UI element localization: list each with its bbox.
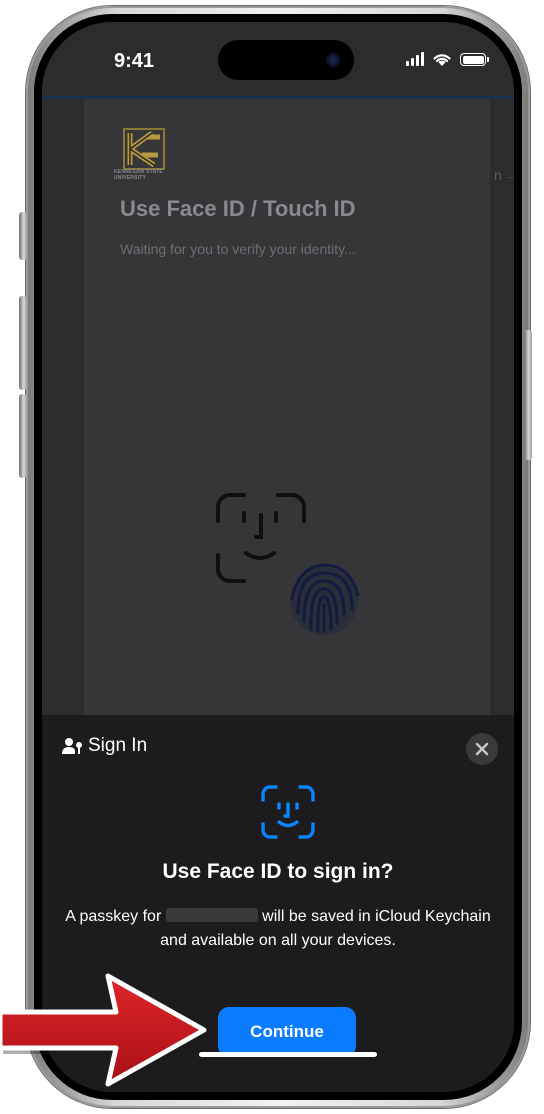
close-button[interactable]	[466, 733, 498, 765]
close-icon	[475, 742, 489, 756]
page-subtitle: Waiting for you to verify your identity.…	[120, 241, 356, 257]
continue-button[interactable]: Continue	[218, 1007, 356, 1057]
action-button	[19, 212, 27, 260]
logo-caption: KENNESAW STATE UNIVERSITY	[114, 169, 163, 181]
prompt-description: A passkey for will be saved in iCloud Ke…	[62, 905, 494, 953]
status-icons	[406, 52, 489, 66]
home-indicator[interactable]	[199, 1052, 377, 1057]
background-web-page: KENNESAW STATE UNIVERSITY Use Face ID / …	[42, 99, 514, 715]
prompt-text-start: A passkey for	[65, 908, 166, 925]
status-bar: 9:41	[42, 22, 514, 96]
dynamic-island	[218, 40, 354, 80]
volume-up-button	[19, 296, 27, 390]
power-button	[524, 330, 532, 460]
sign-in-label: Sign In	[88, 735, 148, 756]
status-time: 9:41	[114, 50, 155, 72]
verification-card: KENNESAW STATE UNIVERSITY Use Face ID / …	[84, 99, 490, 715]
battery-icon	[460, 53, 489, 66]
phone-screen: 9:41 KENNESAW STATE UNIVERSITY Use Face …	[42, 22, 514, 1092]
prompt-title: Use Face ID to sign in?	[162, 860, 394, 883]
wifi-icon	[433, 54, 451, 66]
camera-icon	[326, 53, 340, 67]
face-id-icon	[261, 785, 315, 839]
red-arrow-annotation	[0, 973, 209, 1090]
sign-in-header: Sign In	[62, 735, 147, 757]
page-title: Use Face ID / Touch ID	[120, 196, 356, 221]
face-touch-id-icon	[216, 493, 360, 635]
cellular-signal-icon	[406, 52, 424, 66]
redacted-account	[165, 908, 258, 922]
volume-down-button	[19, 394, 27, 478]
person-key-icon	[62, 738, 82, 754]
background-next-link: n →	[494, 167, 514, 183]
